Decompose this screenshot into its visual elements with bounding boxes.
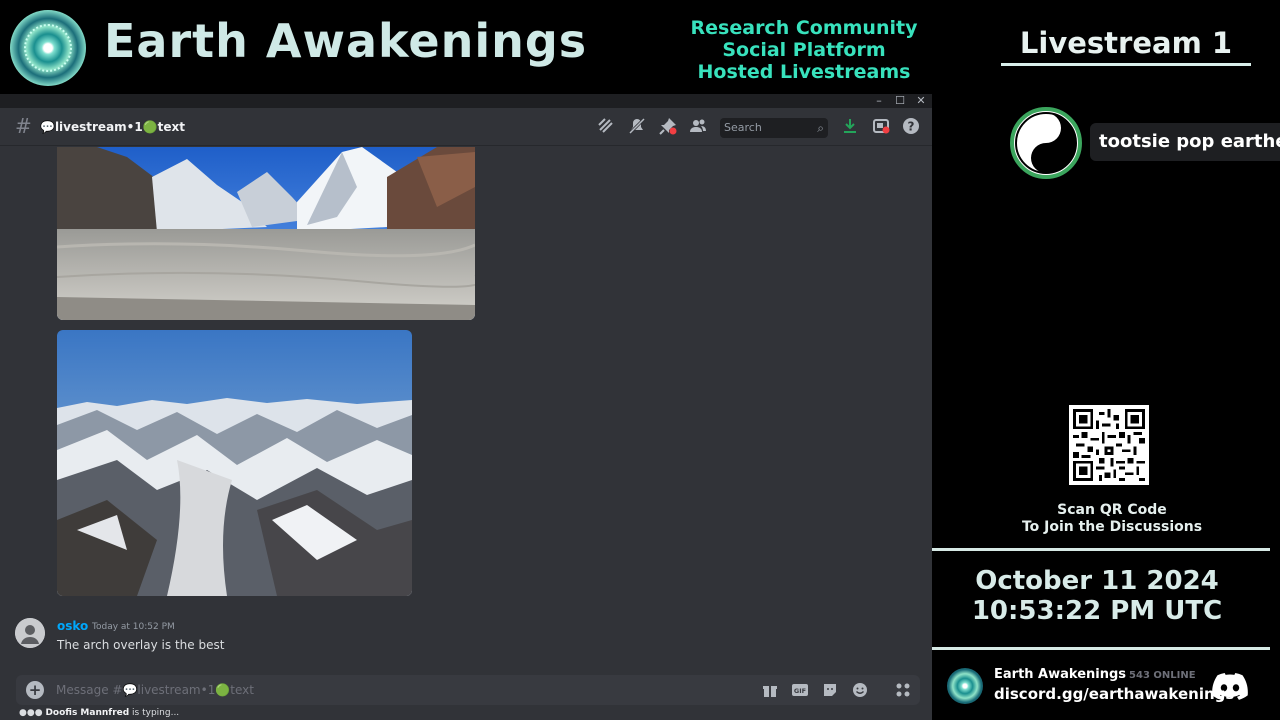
- minimize-button[interactable]: –: [870, 94, 888, 108]
- sticker-icon[interactable]: [821, 682, 839, 698]
- close-button[interactable]: ✕: [912, 94, 930, 108]
- help-icon[interactable]: ?: [901, 117, 921, 137]
- search-icon: ⌕: [817, 121, 824, 135]
- hash-icon: #: [15, 114, 32, 138]
- invite-link[interactable]: discord.gg/earthawakenings: [994, 685, 1234, 703]
- mute-icon[interactable]: [627, 117, 647, 137]
- brand-title: Earth Awakenings: [104, 14, 588, 68]
- qr-caption-line: Scan QR Code: [1057, 502, 1167, 518]
- tagline: Research Community: [690, 17, 918, 39]
- svg-text:?: ?: [908, 120, 915, 134]
- message-composer: + GIF: [16, 675, 920, 705]
- tagline: Social Platform: [722, 39, 886, 61]
- pin-icon[interactable]: [658, 117, 678, 137]
- inbox-icon[interactable]: [871, 117, 891, 137]
- online-count: 543 ONLINE: [1129, 670, 1196, 681]
- brand-banner: Earth Awakenings Research Community Soci…: [0, 0, 932, 94]
- discord-icon: [1212, 673, 1248, 700]
- message-input[interactable]: [56, 675, 656, 705]
- tagline: Hosted Livestreams: [697, 61, 911, 83]
- gif-icon[interactable]: GIF: [791, 682, 809, 698]
- avatar[interactable]: [15, 618, 45, 648]
- apps-icon[interactable]: [894, 682, 912, 698]
- divider: [932, 548, 1270, 551]
- search-input[interactable]: Search ⌕: [720, 118, 828, 138]
- typing-user: Doofis Mannfred: [45, 708, 130, 718]
- typing-indicator: ●●● Doofis Mannfred is typing...: [19, 708, 179, 718]
- search-placeholder: Search: [724, 121, 762, 134]
- emoji-icon[interactable]: [851, 682, 869, 698]
- date-text: October 11 2024: [975, 566, 1219, 596]
- channel-name: 💬livestream•1🟢text: [40, 120, 185, 134]
- typing-suffix: is typing...: [129, 708, 180, 718]
- window-titlebar: – ☐ ✕: [0, 94, 932, 108]
- gift-icon[interactable]: [761, 682, 779, 698]
- mountain-photo: [57, 147, 475, 320]
- message-list[interactable]: [0, 147, 932, 671]
- mountain-range-photo: [57, 330, 412, 596]
- qr-icon: [1073, 409, 1145, 481]
- mountain-photo-attachment[interactable]: [57, 147, 475, 320]
- yin-yang-icon: [1015, 112, 1077, 174]
- message-author[interactable]: osko: [57, 619, 88, 633]
- time-text: 10:53:22 PM UTC: [971, 596, 1223, 626]
- svg-text:GIF: GIF: [794, 687, 806, 695]
- participant-avatar: [1010, 107, 1082, 179]
- mountain-range-photo-attachment[interactable]: [57, 330, 412, 596]
- typing-dots-icon: ●●●: [19, 708, 43, 718]
- brand-taglines: Research Community Social Platform Hoste…: [672, 17, 936, 83]
- server-logo: [947, 668, 983, 704]
- qr-caption-line: To Join the Discussions: [1021, 519, 1203, 535]
- message-text: The arch overlay is the best: [57, 638, 225, 652]
- qr-caption: Scan QR Code To Join the Discussions: [992, 502, 1232, 536]
- participant-name: tootsie pop earther: [1090, 123, 1280, 161]
- qr-code[interactable]: [1069, 405, 1149, 485]
- channel-header: # 💬livestream•1🟢text Search ⌕ ?: [0, 108, 932, 146]
- mandala-logo: [10, 10, 86, 86]
- divider: [932, 647, 1270, 650]
- maximize-button[interactable]: ☐: [891, 94, 909, 108]
- members-icon[interactable]: [688, 117, 708, 137]
- server-name: Earth Awakenings 543 ONLINE: [994, 667, 1196, 682]
- server-name-text: Earth Awakenings: [994, 667, 1127, 682]
- title-underline: [1001, 63, 1251, 66]
- stream-title: Livestream 1: [1019, 26, 1233, 60]
- download-icon[interactable]: [840, 117, 860, 137]
- threads-icon[interactable]: [596, 117, 616, 137]
- upload-plus-icon[interactable]: +: [26, 681, 44, 699]
- message-timestamp: Today at 10:52 PM: [92, 622, 175, 632]
- discord-window: – ☐ ✕ # 💬livestream•1🟢text Search ⌕ ? os…: [0, 94, 932, 720]
- date-time: October 11 2024 10:53:22 PM UTC: [952, 566, 1242, 626]
